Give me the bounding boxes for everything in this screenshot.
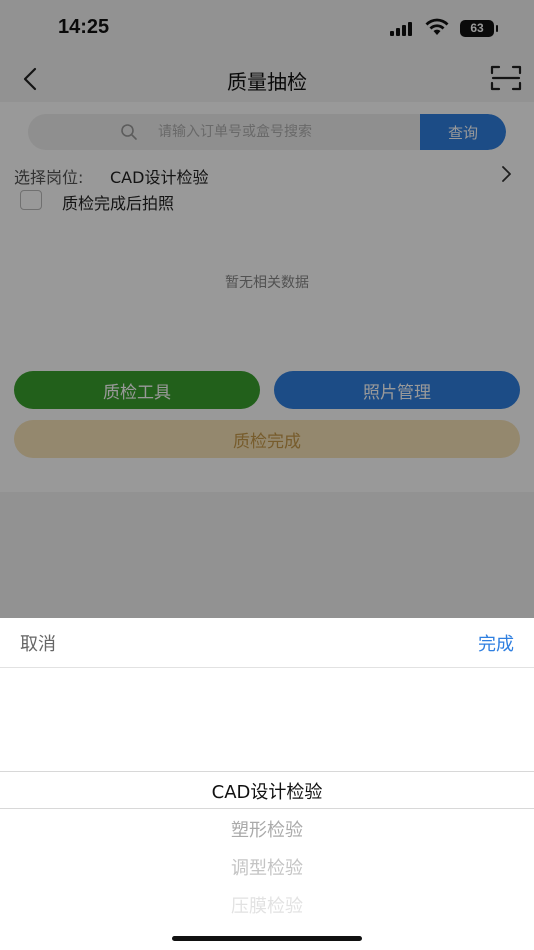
modal-overlay[interactable]	[0, 0, 534, 618]
app-screen: 14:25 63 质量抽检 查询	[0, 0, 534, 950]
post-picker-sheet: 取消 完成 CAD设计检验 塑形检验 调型检验 压膜检验	[0, 618, 534, 950]
picker-wheel[interactable]: CAD设计检验 塑形检验 调型检验 压膜检验	[0, 669, 534, 939]
picker-confirm-button[interactable]: 完成	[478, 630, 514, 656]
picker-header: 取消 完成	[0, 618, 534, 668]
picker-cancel-button[interactable]: 取消	[20, 630, 56, 656]
picker-option[interactable]: 塑形检验	[0, 816, 534, 842]
picker-option-selected[interactable]: CAD设计检验	[0, 778, 534, 804]
picker-option[interactable]: 调型检验	[0, 854, 534, 880]
home-indicator	[172, 936, 362, 941]
picker-option[interactable]: 压膜检验	[0, 892, 534, 918]
